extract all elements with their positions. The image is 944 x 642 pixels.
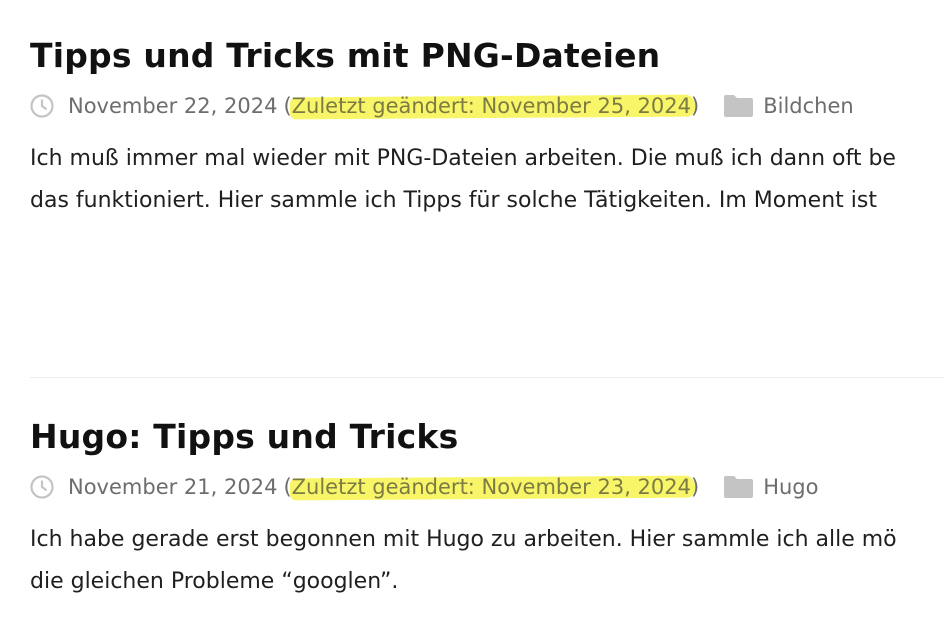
excerpt-line: das funktioniert. Hier sammle ich Tipps … (30, 188, 877, 213)
clock-icon (30, 475, 54, 499)
post-excerpt: Ich muß immer mal wieder mit PNG-Dateien… (30, 138, 944, 222)
post-category-link[interactable]: Bildchen (763, 94, 854, 118)
post-meta: November 21, 2024 ( Zuletzt geändert: No… (30, 472, 944, 502)
last-modified-text: Zuletzt geändert: November 25, 2024 (291, 94, 691, 118)
clock-icon (30, 94, 54, 118)
last-modified-text: Zuletzt geändert: November 23, 2024 (291, 475, 691, 499)
post-divider (30, 377, 944, 378)
excerpt-line: Ich habe gerade erst begonnen mit Hugo z… (30, 527, 897, 552)
excerpt-line: Ich muß immer mal wieder mit PNG-Dateien… (30, 146, 896, 171)
last-modified: Zuletzt geändert: November 25, 2024 (289, 94, 696, 120)
post-excerpt: Ich habe gerade erst begonnen mit Hugo z… (30, 519, 944, 603)
folder-icon (724, 476, 754, 498)
excerpt-line: die gleichen Probleme “googlen”. (30, 569, 399, 594)
post-category-link[interactable]: Hugo (763, 475, 818, 499)
post-meta: November 22, 2024 ( Zuletzt geändert: No… (30, 91, 944, 121)
folder-icon (724, 95, 754, 117)
post-title-link[interactable]: Tipps und Tricks mit PNG-Dateien (30, 33, 944, 79)
post-item: Hugo: Tipps und Tricks November 21, 2024… (30, 414, 944, 603)
post-item: Tipps und Tricks mit PNG-Dateien Novembe… (30, 33, 944, 222)
last-modified: Zuletzt geändert: November 23, 2024 (289, 475, 696, 501)
post-title-link[interactable]: Hugo: Tipps und Tricks (30, 414, 944, 460)
post-date[interactable]: November 22, 2024 (68, 94, 277, 118)
post-date[interactable]: November 21, 2024 (68, 475, 277, 499)
